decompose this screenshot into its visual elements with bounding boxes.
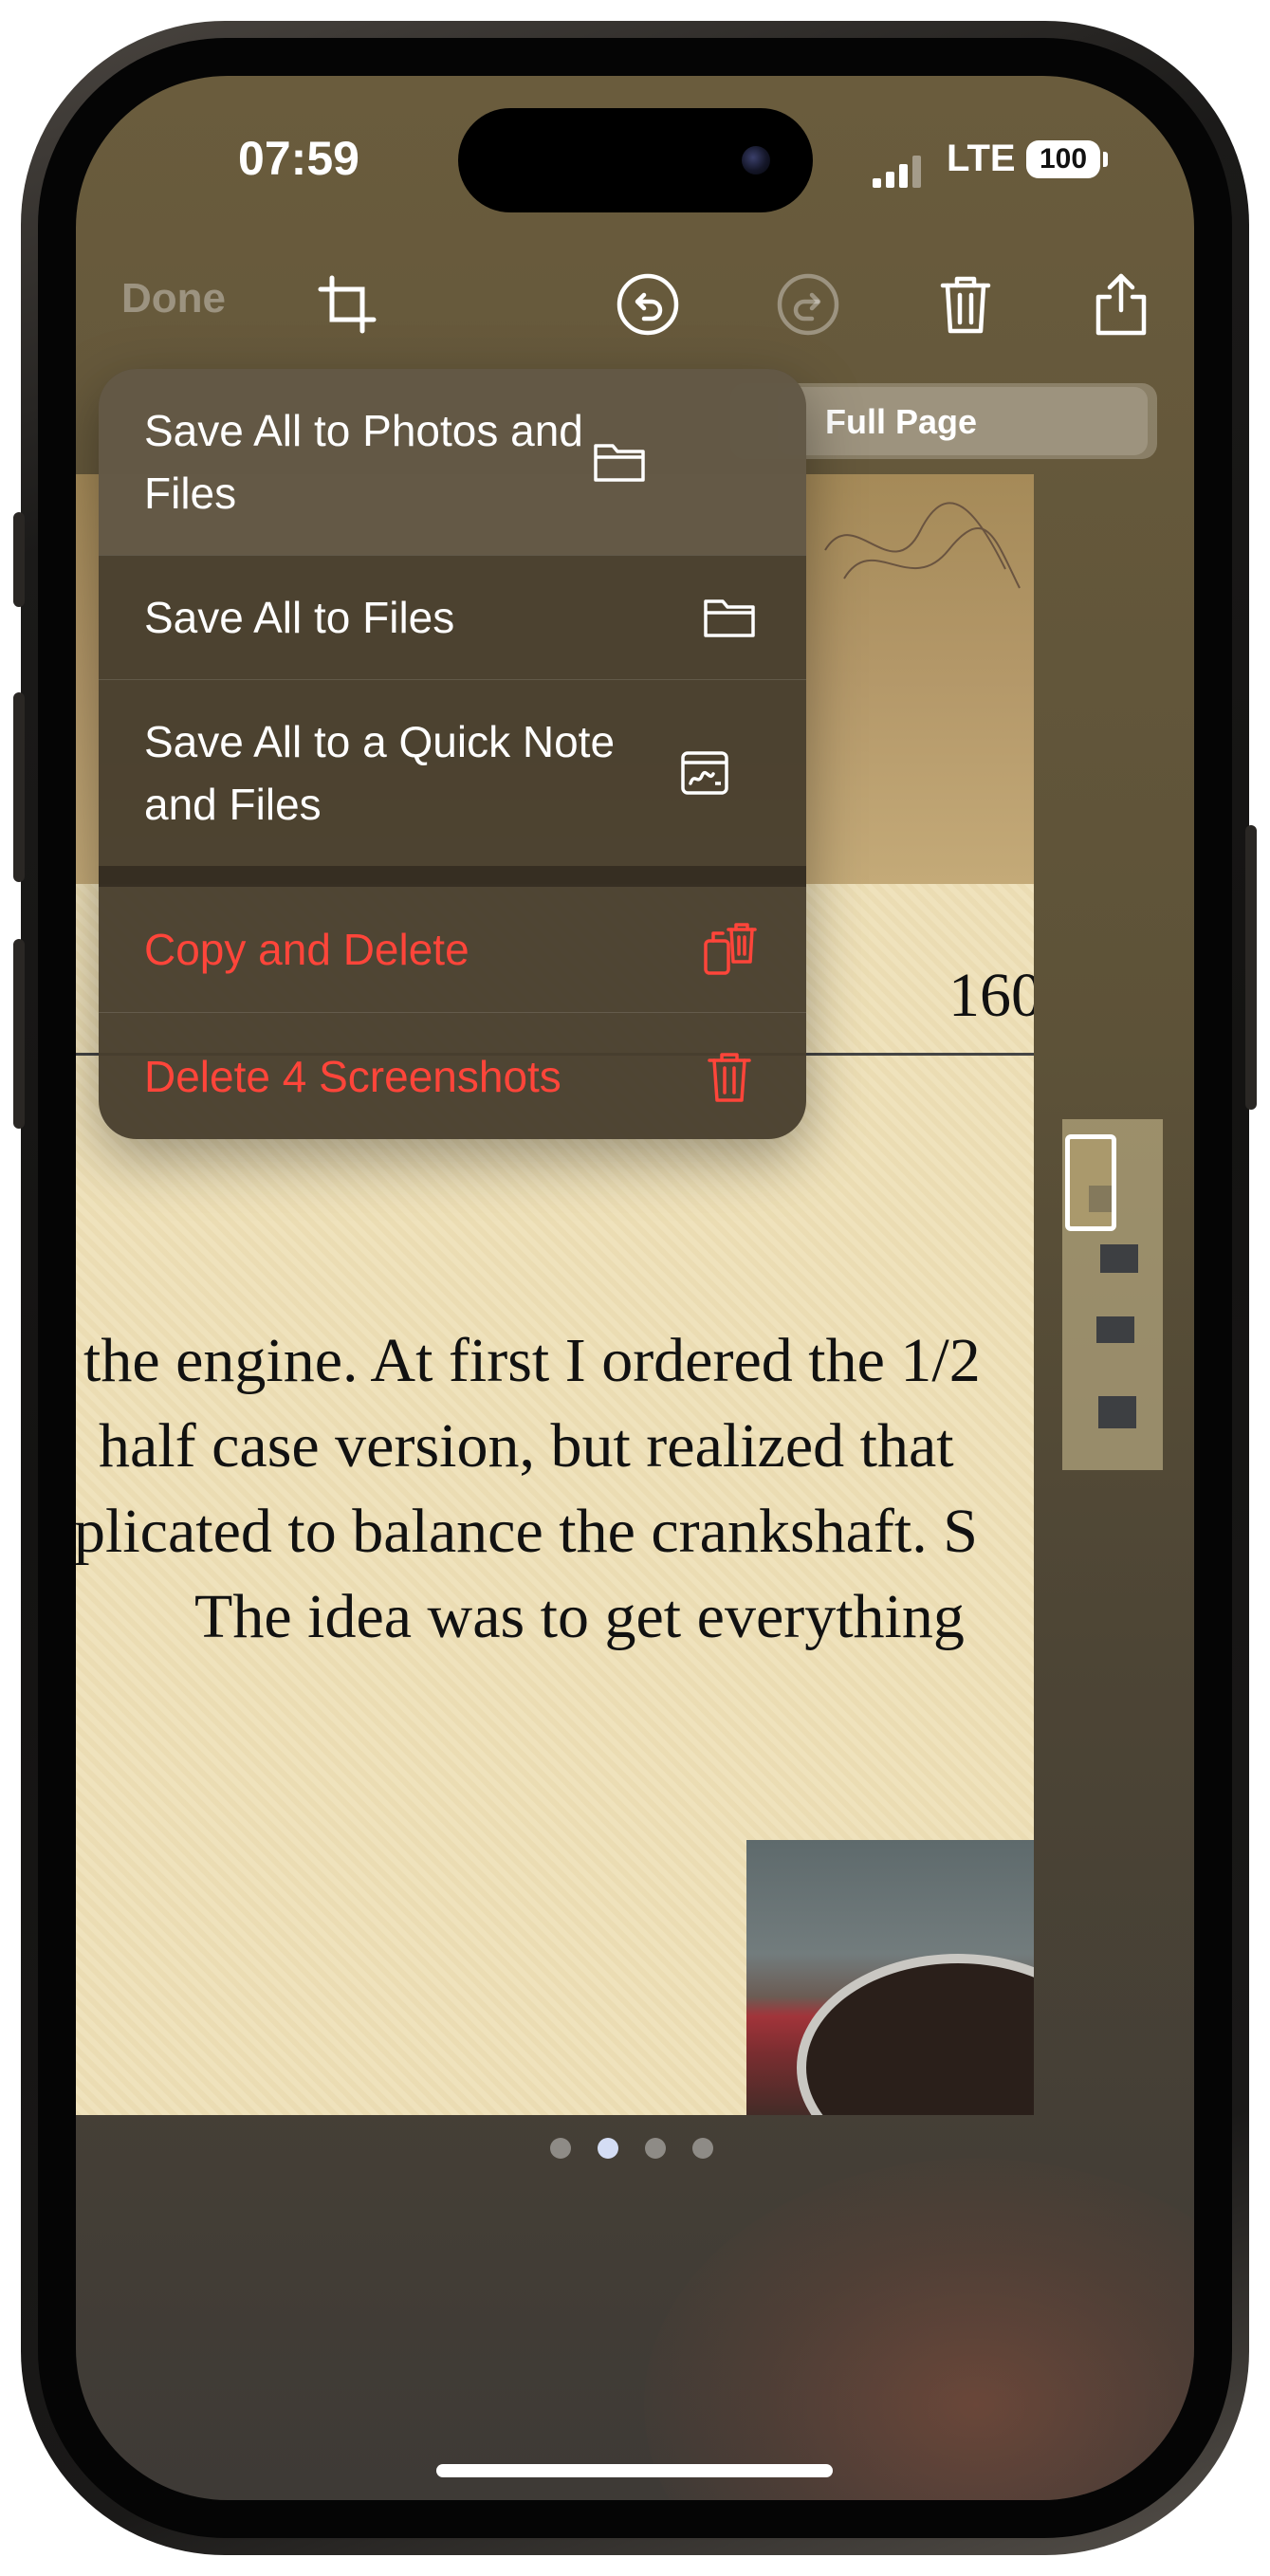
document-text-line: the engine. At first I ordered the 1/2	[83, 1326, 981, 1395]
page-dot[interactable]	[550, 2138, 571, 2159]
undo-icon[interactable]	[614, 270, 682, 339]
page-dot-active[interactable]	[598, 2138, 618, 2159]
home-indicator[interactable]	[436, 2464, 833, 2477]
folder-icon	[594, 444, 645, 482]
page-number: 160	[948, 961, 1034, 1030]
background-glow	[644, 2159, 1194, 2500]
menu-group-gap	[99, 866, 806, 887]
tab-full-page-label: Full Page	[825, 402, 978, 441]
cellular-signal-icon	[873, 154, 928, 188]
menu-item-copy-delete[interactable]: Copy and Delete	[99, 887, 806, 1012]
copy-trash-icon	[704, 923, 757, 975]
menu-item-label: Save All to Files	[144, 593, 455, 642]
scribble-mark	[824, 502, 1021, 589]
page-dot[interactable]	[645, 2138, 666, 2159]
thumbnail-image	[1096, 1316, 1134, 1343]
share-icon[interactable]	[1087, 270, 1155, 339]
battery-cap	[1103, 152, 1108, 167]
network-type: LTE	[947, 138, 1016, 179]
menu-item-save-photos-files[interactable]: Save All to Photos and Files	[99, 369, 806, 555]
status-time: 07:59	[238, 132, 359, 185]
document-text-line: The idea was to get everything	[194, 1582, 965, 1651]
trash-icon	[708, 1052, 751, 1102]
menu-item-label: Copy and Delete	[144, 925, 469, 974]
menu-item-save-files[interactable]: Save All to Files	[99, 556, 806, 679]
crop-icon[interactable]	[313, 270, 381, 339]
done-button[interactable]: Done	[121, 275, 226, 322]
action-button	[13, 512, 25, 607]
front-camera	[742, 146, 770, 175]
done-menu: Save All to Photos and Files Save All to…	[99, 369, 806, 1139]
document-text-line: half case version, but realized that	[99, 1411, 954, 1481]
menu-item-label: Delete 4 Screenshots	[144, 1051, 561, 1101]
document-text-line: plicated to balance the crankshaft. S	[76, 1497, 978, 1566]
menu-item-label: Save All to Photos and Files	[144, 406, 583, 518]
screen: 07:59 LTE 100 Done Full Page 160 the eng…	[76, 76, 1194, 2500]
battery-level: 100	[1026, 140, 1100, 178]
quick-note-icon	[681, 751, 728, 795]
volume-down-button	[13, 939, 25, 1129]
page-indicator[interactable]	[550, 2134, 797, 2162]
thumbnail-image	[1098, 1396, 1136, 1428]
volume-up-button	[13, 692, 25, 882]
folder-icon	[704, 599, 755, 637]
menu-item-save-quick-note[interactable]: Save All to a Quick Note and Files	[99, 680, 806, 866]
menu-item-delete-screenshots[interactable]: Delete 4 Screenshots	[99, 1013, 806, 1139]
redo-icon	[774, 270, 842, 339]
trash-toolbar-icon[interactable]	[931, 270, 1000, 339]
menu-item-label: Save All to a Quick Note and Files	[144, 717, 616, 829]
thumbnail-image	[1100, 1244, 1138, 1273]
thumbnail-viewport-indicator[interactable]	[1065, 1134, 1116, 1231]
page-dot[interactable]	[692, 2138, 713, 2159]
power-button	[1245, 825, 1257, 1110]
